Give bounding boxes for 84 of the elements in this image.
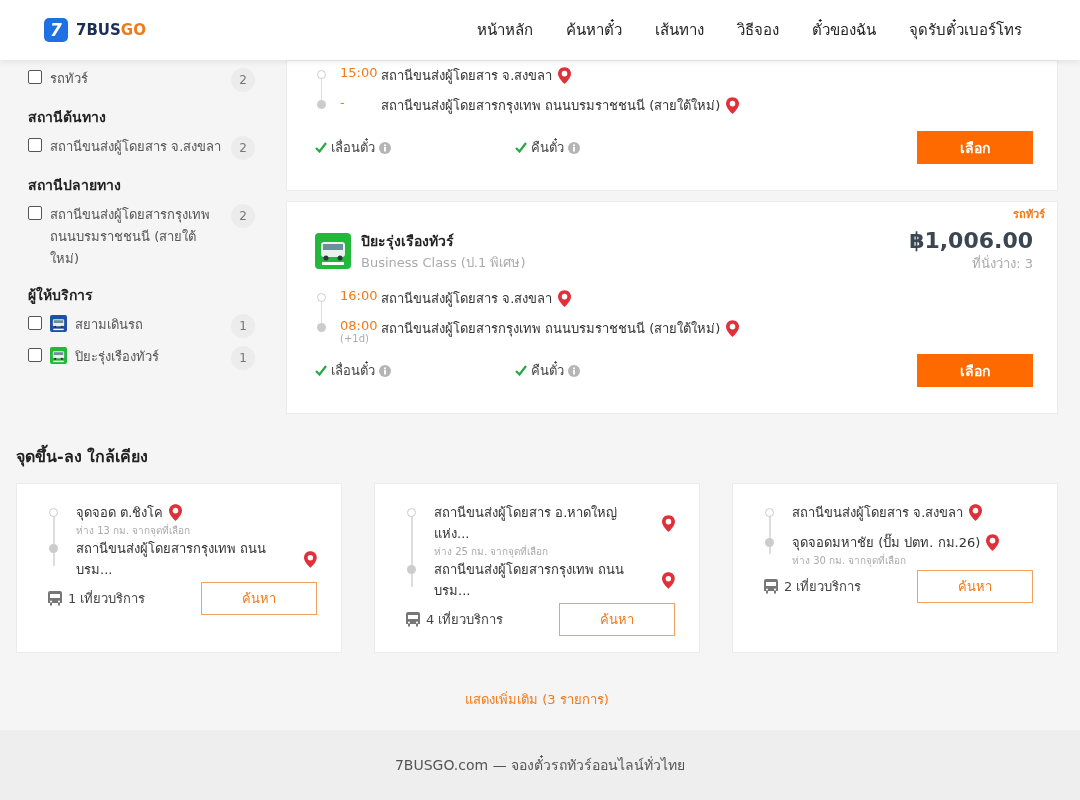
feature-label: คืนตั๋ว — [531, 137, 564, 157]
footer-text: 7BUSGO.com — จองตั๋วรถทัวร์ออนไลน์ทั่วไทย — [394, 754, 686, 775]
feature-label: คืนตั๋ว — [531, 360, 564, 380]
filter-label[interactable]: สถานีขนส่งผู้โดยสาร จ.สงขลา — [50, 136, 223, 158]
nav-link[interactable]: หน้าหลัก — [477, 18, 533, 42]
timeline-dot — [49, 508, 58, 517]
map-pin-icon — [558, 67, 572, 84]
count-badge: 2 — [231, 68, 255, 92]
timeline-dot — [765, 508, 774, 517]
nav-link[interactable]: ค้นหาตั๋ว — [566, 18, 622, 42]
distance-note: ห่าง 25 กม. จากจุดที่เลือก — [434, 544, 550, 559]
filter-label[interactable]: ปิยะรุ่งเรืองทัวร์ — [75, 346, 223, 368]
feature-label: เลื่อนตั๋ว — [331, 360, 375, 380]
station-name: จุดจอด ต.ชิงโค — [76, 504, 164, 523]
filter-heading: สถานีปลายทาง — [28, 176, 122, 195]
bus-icon — [764, 579, 778, 594]
checkbox[interactable] — [28, 138, 42, 152]
feature-label: เลื่อนตั๋ว — [331, 137, 375, 157]
departure-time: - — [340, 95, 346, 110]
trip-count: 2 เที่ยวบริการ — [784, 577, 862, 596]
nav-link[interactable]: จุดรับตั๋วเบอร์โทร — [909, 18, 1022, 42]
departure-time: 08:00 — [340, 318, 379, 333]
map-pin-icon — [169, 504, 183, 521]
nav-link[interactable]: ตั๋วของฉัน — [812, 18, 876, 42]
timeline-dot — [317, 70, 326, 79]
map-pin-icon — [558, 290, 572, 307]
timeline-dot — [317, 293, 326, 302]
map-pin-icon — [726, 97, 740, 114]
station-name: สถานีขนส่งผู้โดยสารกรุงเทพ ถนนบรมราชชนนี (สายใต้ใหม่) — [381, 97, 721, 116]
checkbox[interactable] — [28, 348, 42, 362]
section-heading: จุดขึ้น-ลง ใกล้เคียง — [16, 444, 1058, 469]
filter-label[interactable]: รถทัวร์ — [50, 68, 223, 90]
filter-label[interactable]: สถานีขนส่งผู้โดยสารกรุงเทพ ถนนบรมราชชนนี (สายใต้ใหม่) — [50, 204, 223, 270]
station-name: สถานีขนส่งผู้โดยสาร จ.สงขลา — [381, 67, 553, 86]
filter-heading: สถานีต้นทาง — [28, 108, 107, 127]
logo-text[interactable]: 7BUSGO — [76, 21, 146, 39]
operator-name: ปิยะรุ่งเรืองทัวร์ — [361, 231, 455, 252]
timeline-dot — [407, 565, 416, 574]
station-name: สถานีขนส่งผู้โดยสาร อ.หาดใหญ่ แห่ง... — [434, 504, 619, 543]
category-tag: รถทัวร์ — [1013, 205, 1045, 223]
operator-logo-icon — [50, 347, 67, 364]
timeline-dot — [407, 508, 416, 517]
trip-count: 1 เที่ยวบริการ — [68, 589, 146, 608]
distance-note: ห่าง 30 กม. จากจุดที่เลือก — [792, 553, 908, 568]
bus-class: Business Class (ป.1 พิเศษ) — [361, 253, 526, 272]
map-pin-icon — [726, 320, 740, 337]
map-pin-icon — [662, 514, 675, 532]
station-name: สถานีขนส่งผู้โดยสาร จ.สงขลา — [792, 504, 964, 523]
map-pin-icon — [662, 571, 675, 589]
day-offset: (+1d) — [340, 333, 370, 344]
map-pin-icon — [304, 550, 317, 568]
timeline-dot — [765, 538, 774, 547]
seats-available: ที่นั่งว่าง: 3 — [971, 254, 1033, 273]
ticket-price: ฿1,006.00 — [909, 228, 1033, 253]
trip-count: 4 เที่ยวบริการ — [426, 610, 504, 629]
checkbox[interactable] — [28, 70, 42, 84]
nav-link[interactable]: เส้นทาง — [655, 18, 704, 42]
logo-icon[interactable]: 7 — [44, 18, 68, 42]
station-name: สถานีขนส่งผู้โดยสารกรุงเทพ ถนนบรมราชชนนี (สายใต้ใหม่) — [381, 320, 721, 339]
departure-time: 16:00 — [340, 288, 379, 303]
count-badge: 1 — [231, 346, 255, 370]
station-name: สถานีขนส่งผู้โดยสารกรุงเทพ ถนนบรม... — [76, 540, 268, 579]
bus-icon — [48, 591, 62, 606]
count-badge: 2 — [231, 136, 255, 160]
count-badge: 2 — [231, 204, 255, 228]
count-badge: 1 — [231, 314, 255, 338]
bus-logo-icon — [315, 233, 351, 269]
filter-heading: ผู้ให้บริการ — [28, 285, 94, 306]
checkbox[interactable] — [28, 206, 42, 220]
operator-logo-icon — [50, 315, 67, 332]
distance-note: ห่าง 13 กม. จากจุดที่เลือก — [76, 523, 191, 538]
bus-icon — [406, 612, 420, 627]
filter-label[interactable]: สยามเดินรถ — [75, 314, 223, 336]
map-pin-icon — [986, 534, 1000, 551]
map-pin-icon — [969, 504, 983, 521]
nav-link[interactable]: วิธีจอง — [737, 18, 779, 42]
timeline-dot — [49, 544, 58, 553]
checkbox[interactable] — [28, 316, 42, 330]
station-name: สถานีขนส่งผู้โดยสารกรุงเทพ ถนนบรม... — [434, 561, 626, 600]
timeline-dot — [317, 323, 326, 332]
station-name: จุดจอดมหาชัย (ปั๊ม ปตท. กม.26) — [792, 532, 981, 553]
departure-time: 15:00 — [340, 65, 379, 80]
station-name: สถานีขนส่งผู้โดยสาร จ.สงขลา — [381, 290, 553, 309]
timeline-dot — [317, 100, 326, 109]
